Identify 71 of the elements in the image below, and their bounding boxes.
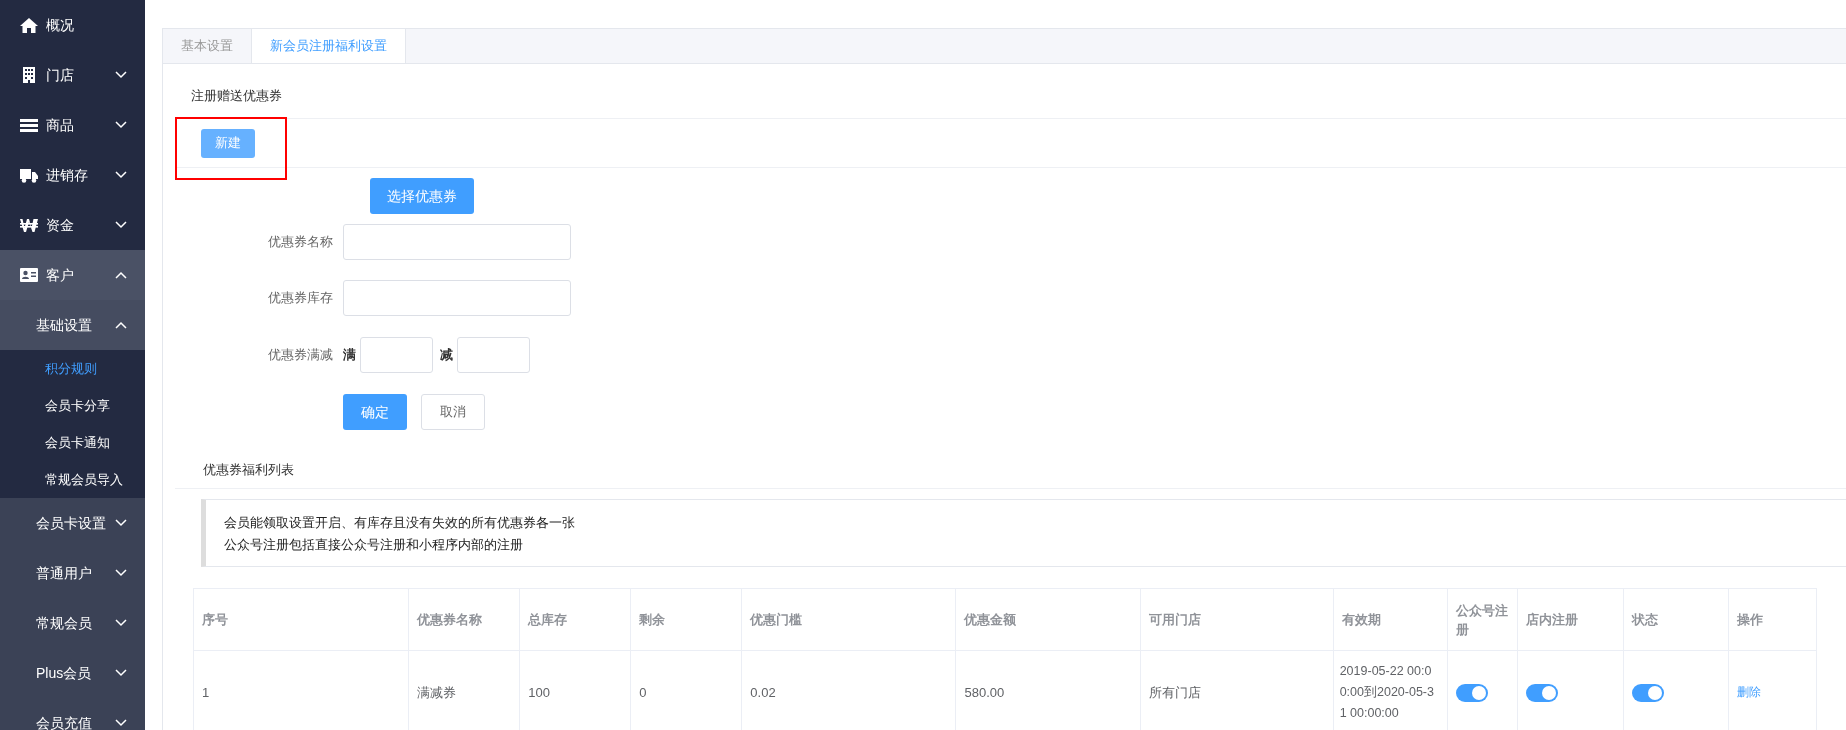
- truck-icon: [20, 167, 38, 183]
- chevron-down-icon: [115, 171, 127, 179]
- notice-text: 公众号注册包括直接公众号注册和小程序内部的注册: [224, 536, 524, 554]
- column-header: 序号: [193, 588, 409, 651]
- chevron-down-icon: [115, 221, 127, 229]
- sidebar-label: 基础设置: [36, 315, 92, 335]
- sidebar-label: 常规会员: [36, 613, 92, 633]
- sidebar-label: 资金: [46, 215, 74, 235]
- field-label: 优惠券库存: [267, 289, 334, 308]
- sidebar-item[interactable]: 商品: [0, 100, 145, 150]
- column-header: 总库存: [519, 588, 631, 651]
- column-header: 优惠券名称: [408, 588, 520, 651]
- column-header: 可用门店: [1140, 588, 1334, 651]
- chevron-down-icon: [115, 569, 127, 577]
- field-prefix: 减: [440, 346, 453, 365]
- sidebar-label: 进销存: [46, 165, 88, 185]
- field-prefix: 满: [343, 346, 356, 365]
- section-title: 注册赠送优惠券: [175, 64, 1846, 119]
- sidebar-item[interactable]: 普通用户: [0, 548, 145, 598]
- chevron-up-icon: [115, 321, 127, 329]
- sidebar-label: 会员充值: [36, 713, 92, 730]
- column-header: 优惠门槛: [741, 588, 956, 651]
- column-header: 店内注册: [1517, 588, 1624, 651]
- cancel-button[interactable]: 取消: [421, 394, 485, 430]
- won-icon: [20, 217, 38, 233]
- notice-text: 会员能领取设置开启、有库存且没有失效的所有优惠券各一张: [224, 514, 576, 532]
- sidebar-label: 概况: [46, 15, 74, 35]
- field-label: 优惠券名称: [267, 233, 334, 252]
- home-icon: [20, 17, 38, 33]
- id-card-icon: [20, 267, 38, 283]
- sidebar-item[interactable]: 资金: [0, 200, 145, 250]
- input-field[interactable]: [457, 337, 530, 373]
- sidebar-label: Plus会员: [36, 663, 92, 683]
- sidebar-label: 客户: [46, 265, 74, 285]
- chevron-down-icon: [115, 669, 127, 677]
- column-header: 优惠金额: [955, 588, 1141, 651]
- toggle-switch[interactable]: [1525, 684, 1558, 703]
- sidebar-item[interactable]: 概况: [0, 0, 145, 50]
- column-header: 有效期: [1333, 588, 1448, 651]
- input-field[interactable]: [343, 280, 571, 316]
- sidebar-item[interactable]: 基础设置: [0, 300, 145, 350]
- chevron-down-icon: [115, 719, 127, 727]
- sidebar-label: 普通用户: [36, 563, 92, 583]
- chevron-down-icon: [115, 519, 127, 527]
- input-field[interactable]: [343, 224, 571, 260]
- column-header: 剩余: [630, 588, 742, 651]
- sidebar-item[interactable]: 进销存: [0, 150, 145, 200]
- building-icon: [20, 67, 38, 83]
- column-header: 状态: [1623, 588, 1729, 651]
- sidebar-label: 门店: [46, 65, 74, 85]
- chevron-down-icon: [115, 619, 127, 627]
- menu-icon: [20, 117, 38, 133]
- field-label: 优惠券满减: [267, 346, 334, 365]
- chevron-down-icon: [115, 71, 127, 79]
- column-header: 操作: [1728, 588, 1817, 651]
- toggle-switch[interactable]: [1631, 684, 1664, 703]
- sidebar-item[interactable]: Plus会员: [0, 648, 145, 698]
- chevron-down-icon: [115, 121, 127, 129]
- sidebar-item[interactable]: 客户: [0, 250, 145, 300]
- sidebar-item[interactable]: 常规会员: [0, 598, 145, 648]
- column-header: 公众号注册: [1447, 588, 1518, 651]
- sidebar-item[interactable]: 会员卡设置: [0, 498, 145, 548]
- chevron-up-icon: [115, 271, 127, 279]
- sidebar-label: 会员卡设置: [36, 513, 106, 533]
- sidebar-item[interactable]: 会员充值: [0, 698, 145, 730]
- input-field[interactable]: [360, 337, 433, 373]
- section-title: 优惠券福利列表: [175, 430, 1846, 489]
- toggle-switch[interactable]: [1455, 684, 1488, 703]
- sidebar-label: 商品: [46, 115, 74, 135]
- table-cell: 1: [193, 650, 409, 730]
- sidebar-item[interactable]: 门店: [0, 50, 145, 100]
